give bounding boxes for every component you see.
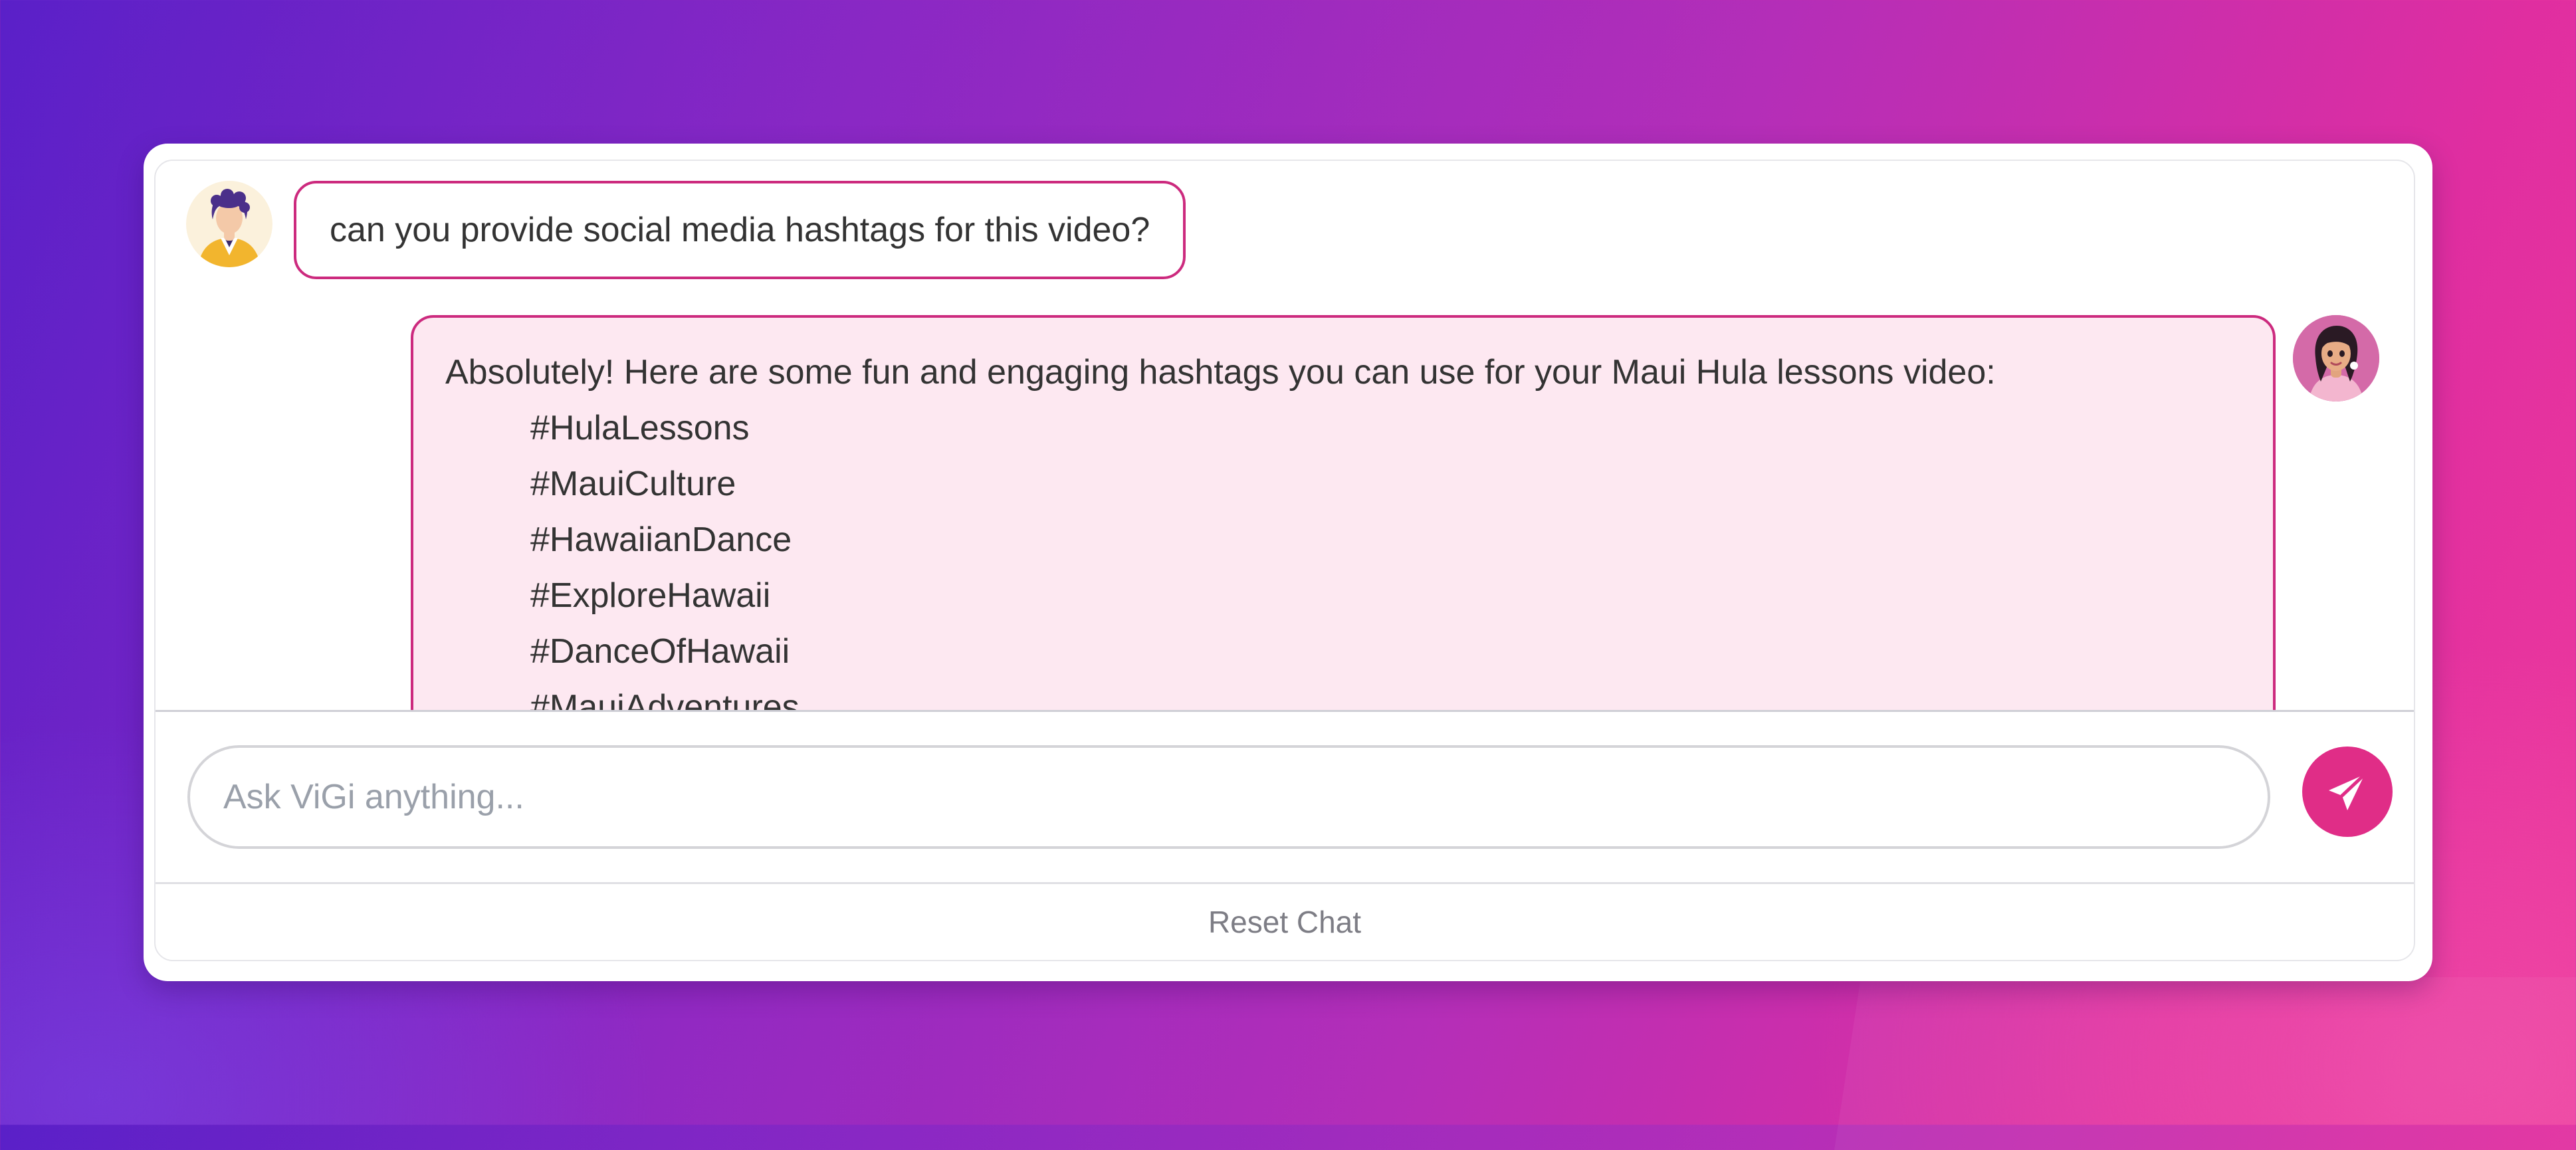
user-message-bubble: can you provide social media hashtags fo… <box>294 181 1186 279</box>
message-list[interactable]: can you provide social media hashtags fo… <box>156 161 2414 710</box>
chat-panel: can you provide social media hashtags fo… <box>154 160 2415 961</box>
hashtag-item: #ExploreHawaii <box>530 576 771 615</box>
chat-window: can you provide social media hashtags fo… <box>144 144 2432 981</box>
user-message-text: can you provide social media hashtags fo… <box>330 211 1150 249</box>
send-button[interactable] <box>2302 747 2393 837</box>
hashtag-item: #MauiAdventures <box>530 688 800 710</box>
assistant-message-bubble: Absolutely! Here are some fun and engagi… <box>411 315 2276 710</box>
chat-input[interactable] <box>187 745 2270 849</box>
hashtag-item: #HawaiianDance <box>530 520 792 559</box>
user-avatar-icon <box>186 181 272 267</box>
composer <box>156 712 2414 882</box>
paper-plane-icon <box>2321 765 2374 818</box>
hashtag-item: #DanceOfHawaii <box>530 632 790 671</box>
assistant-message-intro: Absolutely! Here are some fun and engagi… <box>445 353 1996 392</box>
vigi-avatar-icon <box>2293 315 2379 402</box>
background-highlight <box>1834 977 2576 1150</box>
hashtag-item: #MauiCulture <box>530 465 736 503</box>
hashtag-item: #HulaLessons <box>530 409 750 447</box>
hashtag-list: #HulaLessons #MauiCulture #HawaiianDance… <box>445 400 2241 710</box>
reset-chat-button[interactable]: Reset Chat <box>156 884 2414 960</box>
